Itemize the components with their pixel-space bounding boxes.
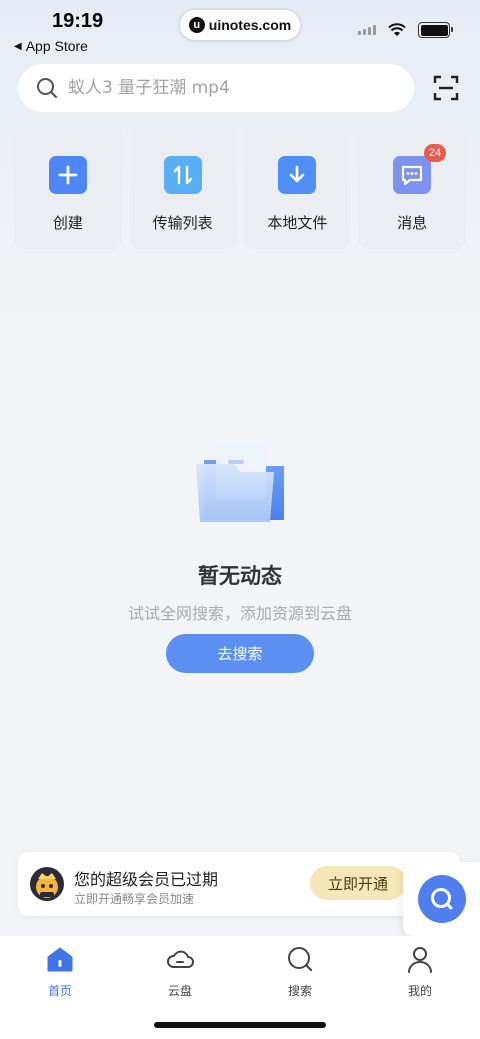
search-bar[interactable] xyxy=(18,64,414,112)
site-logo-icon: u xyxy=(188,17,205,33)
empty-folder-icon xyxy=(196,442,284,522)
profile-icon xyxy=(408,947,432,973)
message-icon xyxy=(393,156,432,194)
back-to-app-link[interactable]: ◀ App Store xyxy=(14,38,88,54)
back-arrow-icon: ◀ xyxy=(14,40,22,52)
quick-action-local-files[interactable]: 本地文件 xyxy=(243,128,352,249)
home-icon xyxy=(47,947,73,972)
back-app-label: App Store xyxy=(25,38,88,54)
search-input[interactable] xyxy=(68,78,388,98)
search-icon xyxy=(37,78,58,99)
cellular-signal-icon xyxy=(358,25,376,35)
tab-label: 我的 xyxy=(407,984,432,998)
quick-action-label: 传输列表 xyxy=(152,214,213,232)
tab-profile[interactable]: 我的 xyxy=(380,944,460,999)
url-pill: u uinotes.com xyxy=(180,10,300,40)
activate-vip-button[interactable]: 立即开通 xyxy=(310,866,406,900)
battery-icon xyxy=(418,22,453,38)
cloud-icon xyxy=(167,950,194,968)
plus-icon xyxy=(48,156,87,194)
download-icon xyxy=(278,156,317,194)
float-search-icon xyxy=(418,875,466,923)
vip-title: 您的超级会员已过期 xyxy=(74,870,219,889)
tab-search[interactable]: 搜索 xyxy=(260,944,340,999)
vip-expired-banner[interactable]: 您的超级会员已过期 立即开通畅享会员加速 立即开通 xyxy=(18,852,460,916)
status-indicators xyxy=(358,22,453,38)
wifi-icon xyxy=(388,23,406,36)
transfer-icon xyxy=(163,156,202,194)
url-text: uinotes.com xyxy=(208,17,292,33)
unread-badge: 24 xyxy=(424,144,446,162)
search-tab-icon xyxy=(288,947,313,972)
quick-actions: 创建 传输列表 本地文件 消息 24 xyxy=(14,128,466,249)
tab-cloud[interactable]: 云盘 xyxy=(140,944,220,999)
quick-action-messages[interactable]: 消息 24 xyxy=(358,128,466,249)
tab-label: 首页 xyxy=(47,984,72,998)
vip-subtitle: 立即开通畅享会员加速 xyxy=(74,892,195,906)
quick-action-create[interactable]: 创建 xyxy=(14,128,122,249)
quick-action-label: 本地文件 xyxy=(267,214,328,232)
quick-action-label: 创建 xyxy=(52,214,83,232)
quick-action-transfer-list[interactable]: 传输列表 xyxy=(128,128,237,249)
vip-avatar xyxy=(30,867,64,901)
tab-label: 云盘 xyxy=(167,984,192,998)
empty-state-title: 暂无动态 xyxy=(198,564,282,588)
go-search-button[interactable]: 去搜索 xyxy=(166,634,314,673)
status-time: 19:19 xyxy=(52,10,104,32)
tab-label: 搜索 xyxy=(287,984,312,998)
scan-icon[interactable] xyxy=(430,72,462,104)
empty-state-subtitle: 试试全网搜索，添加资源到云盘 xyxy=(127,604,352,623)
status-bar: 19:19 ◀ App Store u uinotes.com xyxy=(0,0,480,60)
tab-home[interactable]: 首页 xyxy=(20,944,100,999)
floating-search-button[interactable] xyxy=(403,862,480,936)
quick-action-label: 消息 xyxy=(397,214,428,232)
home-indicator xyxy=(154,1022,326,1028)
